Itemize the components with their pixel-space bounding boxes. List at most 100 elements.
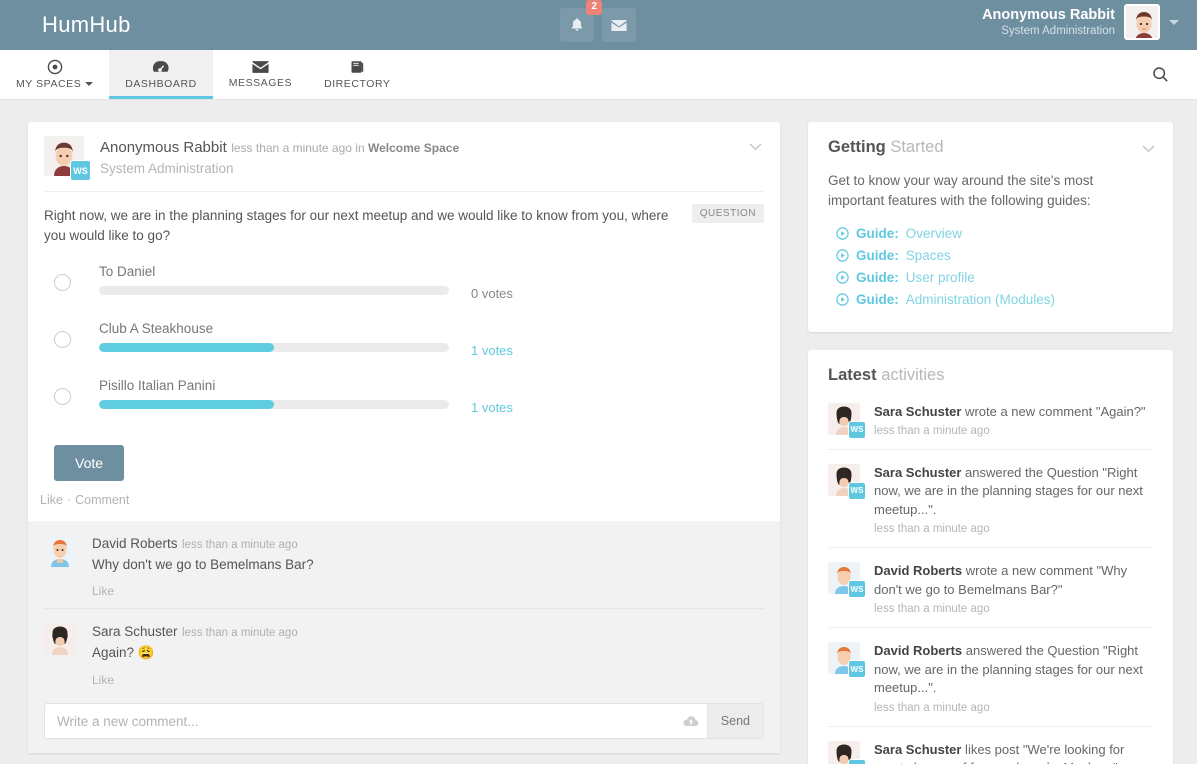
comment-timestamp: less than a minute ago xyxy=(182,627,298,640)
envelope-icon xyxy=(611,19,627,31)
user-role: System Administration xyxy=(1001,24,1115,37)
guide-link-administration[interactable]: Guide: Administration (Modules) xyxy=(836,292,1153,307)
comment-input[interactable] xyxy=(45,713,675,729)
panel-title-rest: activities xyxy=(876,365,945,384)
poll-vote-count[interactable]: 1 votes xyxy=(471,400,513,415)
poll-progress-fill xyxy=(99,343,274,353)
messages-button[interactable] xyxy=(602,8,636,42)
poll-radio-2[interactable] xyxy=(54,388,71,406)
panel-title-bold: Latest xyxy=(828,365,877,384)
poll-progress-fill xyxy=(99,400,274,410)
guide-name: Spaces xyxy=(905,247,951,263)
avatar[interactable] xyxy=(44,535,76,568)
poll-vote-count[interactable]: 1 votes xyxy=(471,343,513,358)
avatar[interactable] xyxy=(1124,4,1160,40)
post-space-link[interactable]: Welcome Space xyxy=(368,141,459,155)
activity-actor: David Roberts xyxy=(874,563,963,579)
vote-button[interactable]: Vote xyxy=(54,445,125,482)
action-separator: · xyxy=(66,493,72,508)
activity-text: Sara Schuster answered the Question "Rig… xyxy=(874,464,1153,519)
nav-label-my-spaces: MY SPACES xyxy=(16,78,94,90)
comment-input-box: Send xyxy=(44,703,764,740)
chevron-down-icon xyxy=(749,143,762,151)
post-title-line: Anonymous Rabbit less than a minute ago … xyxy=(100,136,459,159)
chevron-down-icon xyxy=(1142,145,1155,153)
avatar-image xyxy=(44,623,76,656)
guide-link-user-profile[interactable]: Guide: User profile xyxy=(836,270,1153,285)
post-author-role: System Administration xyxy=(100,161,234,177)
comment-item: Sara Schuster less than a minute ago Aga… xyxy=(44,608,764,697)
comment-like-button[interactable]: Like xyxy=(92,584,764,598)
bell-icon xyxy=(571,18,583,31)
guide-link-overview[interactable]: Guide: Overview xyxy=(836,226,1153,241)
activity-avatar-wrapper: WS xyxy=(828,402,866,439)
activity-timestamp: less than a minute ago xyxy=(874,523,990,536)
cloud-upload-glyph xyxy=(683,715,699,726)
activity-item[interactable]: WS David Roberts wrote a new comment "Wh… xyxy=(828,547,1153,627)
poll: To Daniel 0 votes Club A Steakhouse 1 vo… xyxy=(28,246,780,482)
main-navigation: MY SPACES DASHBOARD MESSAGES DIRECTORY xyxy=(0,50,1197,100)
dashboard-icon xyxy=(153,60,170,72)
play-circle-icon xyxy=(836,226,849,240)
notification-count-badge: 2 xyxy=(586,0,602,15)
activity-item[interactable]: WS David Roberts answered the Question "… xyxy=(828,627,1153,725)
activity-text: David Roberts wrote a new comment "Why d… xyxy=(874,562,1153,599)
guide-prefix: Guide: xyxy=(856,269,899,285)
space-badge[interactable]: WS xyxy=(70,160,91,181)
post-card: WS Anonymous Rabbit less than a minute a… xyxy=(28,122,780,754)
latest-activities-header: Latest activities xyxy=(808,350,1173,385)
activity-actor: Sara Schuster xyxy=(874,403,962,419)
activity-body: David Roberts wrote a new comment "Why d… xyxy=(874,562,1153,615)
guide-name: Administration (Modules) xyxy=(905,291,1056,307)
comment-button[interactable]: Comment xyxy=(75,493,129,507)
space-badge: WS xyxy=(848,420,866,439)
post-actions: Like · Comment xyxy=(28,481,780,521)
activity-item[interactable]: WS Sara Schuster answered the Question "… xyxy=(828,448,1153,547)
like-button[interactable]: Like xyxy=(40,493,63,507)
collapse-panel-button[interactable] xyxy=(1142,140,1155,158)
avatar-image xyxy=(44,535,76,568)
post-author[interactable]: Anonymous Rabbit xyxy=(100,139,227,156)
chevron-down-icon[interactable] xyxy=(1169,19,1179,25)
send-comment-button[interactable]: Send xyxy=(706,704,763,739)
activity-text: Sara Schuster wrote a new comment "Again… xyxy=(874,403,1153,421)
comment-author[interactable]: Sara Schuster xyxy=(92,624,178,639)
poll-option: Pisillo Italian Panini 1 votes xyxy=(44,378,764,415)
activity-item[interactable]: WS Sara Schuster wrote a new comment "Ag… xyxy=(828,389,1153,449)
comment-list: David Roberts less than a minute ago Why… xyxy=(28,521,780,698)
activity-body: Sara Schuster answered the Question "Rig… xyxy=(874,464,1153,535)
notifications-button[interactable]: 2 xyxy=(560,0,602,42)
user-menu[interactable]: Anonymous Rabbit System Administration xyxy=(982,4,1179,40)
guide-prefix: Guide: xyxy=(856,225,899,241)
avatar[interactable] xyxy=(44,623,76,656)
guide-name: Overview xyxy=(905,225,963,241)
brand-logo[interactable]: HumHub xyxy=(42,12,131,38)
poll-option-label: To Daniel xyxy=(99,264,156,280)
search-button[interactable] xyxy=(1152,50,1169,99)
activity-action: wrote a new comment "Again?" xyxy=(961,403,1146,419)
comment-author[interactable]: David Roberts xyxy=(92,536,178,551)
nav-item-my-spaces[interactable]: MY SPACES xyxy=(0,50,109,99)
activity-timestamp: less than a minute ago xyxy=(874,701,990,714)
activity-timestamp: less than a minute ago xyxy=(874,603,990,616)
getting-started-panel: Getting Started Get to know your way aro… xyxy=(808,122,1173,332)
activity-actor: David Roberts xyxy=(874,643,963,659)
nav-item-directory[interactable]: DIRECTORY xyxy=(308,50,406,99)
poll-radio-0[interactable] xyxy=(54,274,71,292)
activity-item[interactable]: WS Sara Schuster likes post "We're looki… xyxy=(828,725,1153,764)
post-menu-button[interactable] xyxy=(749,138,762,156)
space-badge: WS xyxy=(848,580,866,599)
guide-link-spaces[interactable]: Guide: Spaces xyxy=(836,248,1153,263)
activity-actor: Sara Schuster xyxy=(874,464,962,480)
comment-like-button[interactable]: Like xyxy=(92,673,764,687)
nav-label-dashboard: DASHBOARD xyxy=(125,77,197,90)
poll-option-content: Club A Steakhouse xyxy=(99,321,449,353)
cloud-upload-icon[interactable] xyxy=(675,715,707,728)
comment-header: Sara Schuster less than a minute ago xyxy=(92,623,764,641)
poll-radio-1[interactable] xyxy=(54,331,71,349)
question-badge: QUESTION xyxy=(691,203,764,223)
nav-item-dashboard[interactable]: DASHBOARD xyxy=(109,50,214,99)
nav-item-messages[interactable]: MESSAGES xyxy=(213,50,308,99)
poll-progress-track xyxy=(99,286,449,296)
activity-actor: Sara Schuster xyxy=(874,741,962,757)
